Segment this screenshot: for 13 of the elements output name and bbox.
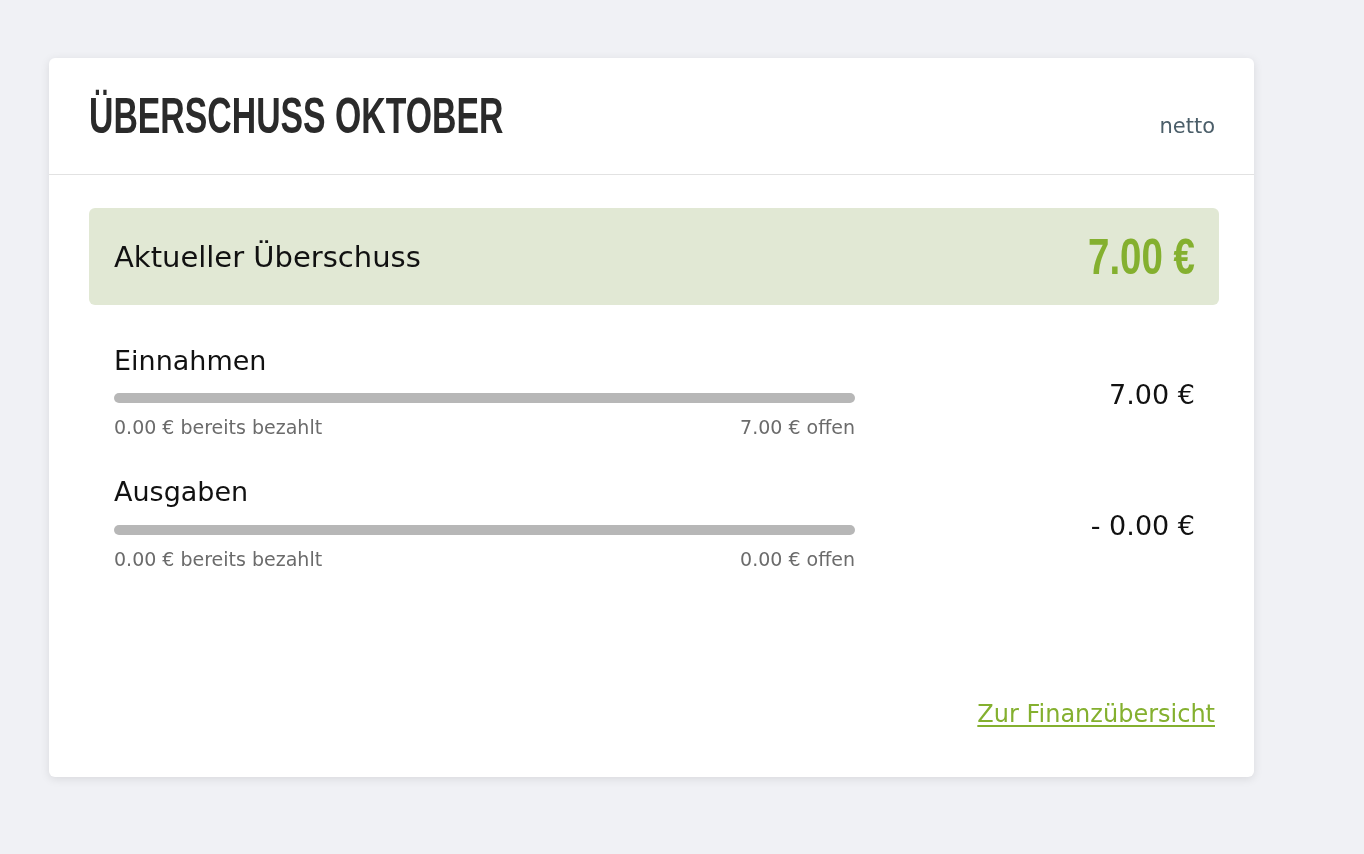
paid-amount: 0.00 € bereits bezahlt bbox=[114, 547, 323, 571]
mode-label: netto bbox=[1159, 114, 1215, 140]
open-amount: 0.00 € offen bbox=[740, 547, 855, 571]
category-label: Einnahmen bbox=[114, 345, 268, 378]
card-title: ÜBERSCHUSS OKTOBER bbox=[89, 91, 504, 141]
category-total: 7.00 € bbox=[1108, 379, 1195, 412]
open-amount: 7.00 € offen bbox=[740, 416, 855, 440]
category-label: Ausgaben bbox=[114, 476, 250, 509]
surplus-label: Aktueller Überschuss bbox=[114, 239, 421, 274]
paid-amount: 0.00 € bereits bezahlt bbox=[114, 416, 323, 440]
surplus-amount: 7.00 € bbox=[1087, 231, 1195, 282]
category-total: - 0.00 € bbox=[1089, 510, 1195, 543]
finance-overview-link[interactable]: Zur Finanzübersicht bbox=[977, 700, 1215, 730]
